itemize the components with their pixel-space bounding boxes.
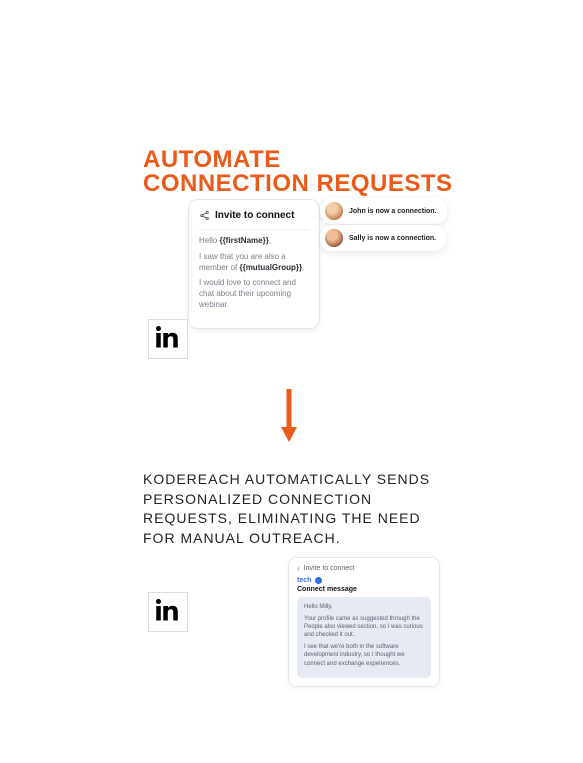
line2-var: {{mutualGroup}} <box>239 263 302 272</box>
notification-text: John is now a connection. <box>349 208 437 215</box>
message-box: Hello Milly, Your profile came as sugges… <box>297 597 431 678</box>
card-title: Invite to connect <box>215 210 294 221</box>
avatar-john <box>325 202 343 220</box>
notification-sally: Sally is now a connection. <box>320 225 446 251</box>
connect-message-card: ‹ Invite to connect tech Connect message… <box>288 557 440 687</box>
msg-p1: Your profile came as suggested through t… <box>304 615 424 639</box>
linkedin-logo-box <box>148 319 188 359</box>
msg-p2: I see that we're both in the software de… <box>304 643 424 667</box>
down-arrow-icon <box>279 387 299 442</box>
notification-john: John is now a connection. <box>320 198 447 224</box>
line3: I would love to connect and chat about t… <box>199 278 309 310</box>
blue-dot-icon <box>315 577 322 584</box>
tag-line: tech <box>297 577 431 584</box>
greeting-var: {{firstName}} <box>219 236 268 245</box>
linkedin-icon <box>156 325 180 354</box>
heading-line2: CONNECTION REQUESTS <box>143 172 453 196</box>
avatar-sally <box>325 229 343 247</box>
card2-subhead: Connect message <box>297 586 431 593</box>
card-titlebar: Invite to connect <box>199 210 309 230</box>
tag-text: tech <box>297 577 311 584</box>
card2-header: ‹ Invite to connect <box>297 564 431 573</box>
card2-header-text: Invite to connect <box>304 565 355 572</box>
notification-text: Sally is now a connection. <box>349 235 436 242</box>
share-icon <box>199 210 210 221</box>
chevron-left-icon: ‹ <box>297 564 300 573</box>
line2-suffix: . <box>302 263 304 272</box>
invite-template-card: Invite to connect Hello {{firstName}}, I… <box>188 199 320 329</box>
heading-line1: AUTOMATE <box>143 148 453 172</box>
greeting-prefix: Hello <box>199 236 219 245</box>
page-title: AUTOMATE CONNECTION REQUESTS <box>143 148 453 196</box>
linkedin-logo-box <box>148 592 188 632</box>
description-paragraph: KODEREACH AUTOMATICALLY SENDS PERSONALIZ… <box>143 470 443 548</box>
card-body: Hello {{firstName}}, I saw that you are … <box>199 236 309 311</box>
msg-greeting: Hello Milly, <box>304 603 424 611</box>
linkedin-icon <box>156 598 180 627</box>
greeting-suffix: , <box>269 236 271 245</box>
